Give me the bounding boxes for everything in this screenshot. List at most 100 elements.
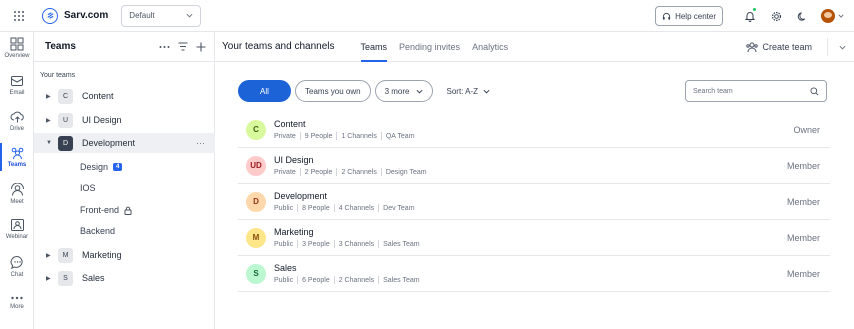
filter-bar: All Teams you own 3 more Sort: A-Z [238,80,490,102]
notifications-button[interactable] [737,0,763,32]
team-group: Sales Team [383,240,420,248]
meta-separator [299,132,301,140]
panel-title: Teams [45,41,76,52]
filter-more-label: 3 more [384,86,410,96]
settings-button[interactable] [763,0,789,32]
rail-item-teams[interactable]: Teams [0,146,34,168]
avatar [821,9,835,23]
team-badge: C [58,88,73,104]
team-tree-item[interactable]: ▶ S Sales [34,268,215,288]
team-meta: Public 8 People 4 Channels Dev Team [274,204,415,212]
table-row[interactable]: M Marketing Public 3 People 3 Channels Sales … [238,220,830,256]
team-title: UI Design [274,155,314,165]
rail-label: Teams [7,162,27,168]
caret-right-icon[interactable]: ▶ [46,275,54,282]
workspace-select[interactable]: Default [121,4,202,27]
rail-item-more[interactable]: More [0,294,34,310]
panel-header: Teams [34,32,214,62]
team-visibility: Private [274,132,296,140]
sort-dropdown[interactable]: Sort: A-Z [447,87,491,96]
filter-all-button[interactable]: All [238,80,291,102]
help-center-button[interactable]: Help center [655,6,723,26]
channel-item[interactable]: Design 4 [80,157,123,177]
row-more-icon[interactable]: ··· [196,138,205,148]
top-bar: Sarv.com Default Help center [0,0,854,32]
team-tree-item[interactable]: ▶ C Content [34,86,215,106]
team-visibility: Public [274,204,294,212]
caret-down-icon[interactable]: ▼ [46,140,54,146]
table-row[interactable]: C Content Private 9 People 1 Channels QA Team… [238,112,830,148]
more-options-icon[interactable] [159,45,170,49]
team-channels: 1 Channels [341,132,377,140]
filter-own-button[interactable]: Teams you own [295,80,371,102]
team-info: Development Public 8 People 4 Channels Dev T… [274,191,415,212]
people-add-icon [746,42,759,52]
channel-item[interactable]: Backend [80,221,115,241]
chevron-down-icon [483,89,490,94]
team-avatar: S [246,263,266,284]
team-list: C Content Private 9 People 1 Channels QA Team… [238,112,830,292]
caret-right-icon[interactable]: ▶ [46,93,54,100]
rail-item-webinar[interactable]: Webinar [0,218,34,240]
people-icon [11,147,23,160]
rail-label: Drive [9,126,24,132]
team-name: UI Design [82,115,122,125]
tab-analytics[interactable]: Analytics [472,32,508,62]
team-visibility: Private [274,168,296,176]
meta-separator [378,204,380,212]
chevron-down-icon[interactable] [839,32,846,62]
brand[interactable]: Sarv.com [42,7,108,24]
team-group: Design Team [385,168,427,176]
rail-item-chat[interactable]: Chat [0,255,34,278]
rail-label: Webinar [5,234,29,240]
chevron-down-icon [186,13,193,18]
team-tree-item[interactable]: ▶ U UI Design [34,110,215,130]
tab-pending-invites[interactable]: Pending invites [399,32,460,62]
tab-teams[interactable]: Teams [360,32,387,62]
workspace-value: Default [129,11,155,20]
team-people: 2 People [304,168,333,176]
team-group: Dev Team [383,204,415,212]
table-row[interactable]: D Development Public 8 People 4 Channels Dev … [238,184,830,220]
team-name: Sales [82,273,105,283]
brand-logo-icon [42,7,58,24]
team-info: UI Design Private 2 People 2 Channels Design… [274,155,427,176]
filter-icon[interactable] [178,42,188,51]
search-placeholder: Search team [693,87,733,95]
meta-separator [378,276,380,284]
rail-item-email[interactable]: Email [0,74,34,96]
sort-label: Sort: A-Z [446,86,479,96]
theme-toggle-button[interactable] [789,0,815,32]
search-icon [810,86,819,95]
add-icon[interactable] [196,42,206,52]
team-channels: 3 Channels [338,240,375,248]
team-title: Sales [274,263,297,273]
team-people: 3 People [302,240,330,248]
table-row[interactable]: UD UI Design Private 2 People 2 Channels Desi… [238,148,830,184]
rail-item-overview[interactable]: Overview [0,37,34,59]
team-tree-item[interactable]: ▶ M Marketing [34,245,215,265]
meta-separator [297,276,299,284]
team-tree-item-selected[interactable]: ▼ D Development ··· [34,133,215,153]
meta-separator [378,240,380,248]
caret-right-icon[interactable]: ▶ [46,252,54,259]
caret-right-icon[interactable]: ▶ [46,117,54,124]
channel-item[interactable]: IOS [80,178,96,198]
table-row[interactable]: S Sales Public 6 People 2 Channels Sales Team… [238,256,830,292]
grid-icon [10,37,24,51]
team-role: Owner [793,124,820,135]
app-launcher-icon[interactable] [0,0,38,32]
team-meta: Public 6 People 2 Channels Sales Team [274,276,420,284]
rail-item-meet[interactable]: Meet [0,183,34,205]
rail-label: Email [9,90,25,96]
channel-name: Backend [80,226,116,236]
search-input[interactable]: Search team [685,80,827,102]
team-group: Sales Team [383,276,420,284]
filter-more-button[interactable]: 3 more [374,80,433,102]
profile-menu[interactable] [821,9,844,23]
team-channels: 2 Channels [338,276,375,284]
rail-item-drive[interactable]: Drive [0,110,34,132]
create-team-button[interactable]: Create team [746,32,812,62]
app-rail: Overview Email Drive Teams Meet Webinar … [0,32,34,329]
channel-item[interactable]: Front-end [80,200,132,220]
